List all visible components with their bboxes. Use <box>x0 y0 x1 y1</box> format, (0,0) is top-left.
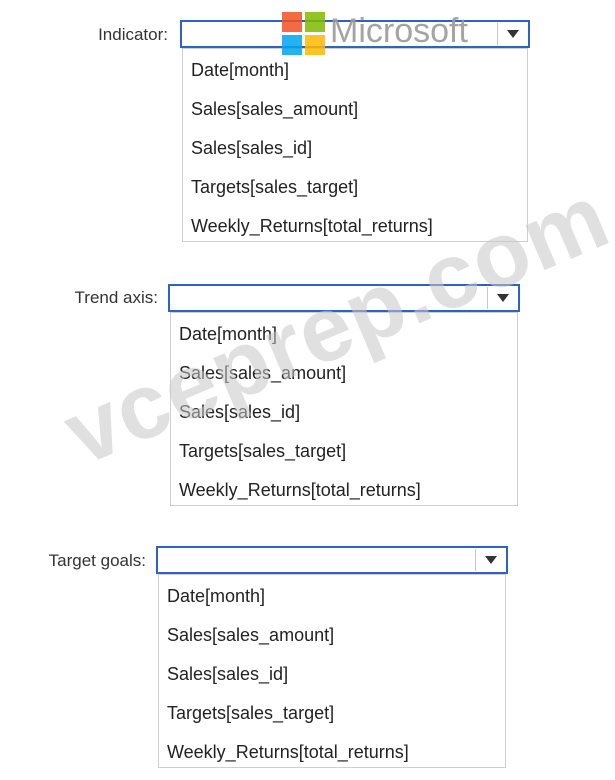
chevron-down-icon <box>496 294 509 302</box>
indicator-dropdown-arrow[interactable] <box>497 23 527 45</box>
indicator-label: Indicator: <box>98 25 168 44</box>
trend-axis-label: Trend axis: <box>74 288 158 307</box>
trend-axis-dropdown-arrow[interactable] <box>487 287 517 309</box>
logo-yellow-square <box>305 35 325 55</box>
trend-axis-option-total-returns[interactable]: Weekly_Returns[total_returns] <box>171 471 517 510</box>
target-goals-option-total-returns[interactable]: Weekly_Returns[total_returns] <box>159 733 505 772</box>
chevron-down-icon <box>484 556 497 564</box>
target-goals-select[interactable] <box>156 546 508 574</box>
logo-blue-square <box>282 35 302 55</box>
logo-red-square <box>282 12 302 32</box>
indicator-option-sales-id[interactable]: Sales[sales_id] <box>183 129 527 168</box>
logo-green-square <box>305 12 325 32</box>
indicator-options-list: Date[month] Sales[sales_amount] Sales[sa… <box>182 48 528 242</box>
target-goals-option-date-month[interactable]: Date[month] <box>159 577 505 616</box>
target-goals-label: Target goals: <box>48 551 146 570</box>
target-goals-option-sales-id[interactable]: Sales[sales_id] <box>159 655 505 694</box>
target-goals-option-sales-amount[interactable]: Sales[sales_amount] <box>159 616 505 655</box>
trend-axis-select[interactable] <box>168 284 520 312</box>
microsoft-logo-icon <box>282 12 326 56</box>
target-goals-dropdown-arrow[interactable] <box>475 549 505 571</box>
target-goals-options-list: Date[month] Sales[sales_amount] Sales[sa… <box>158 574 506 768</box>
dropdown-question-panel: Indicator: Date[month] Sales[sales_amoun… <box>0 0 615 780</box>
trend-axis-options-list: Date[month] Sales[sales_amount] Sales[sa… <box>170 312 518 506</box>
indicator-option-date-month[interactable]: Date[month] <box>183 51 527 90</box>
indicator-option-sales-amount[interactable]: Sales[sales_amount] <box>183 90 527 129</box>
trend-axis-option-sales-id[interactable]: Sales[sales_id] <box>171 393 517 432</box>
trend-axis-option-sales-amount[interactable]: Sales[sales_amount] <box>171 354 517 393</box>
microsoft-wordmark: Microsoft <box>330 12 468 50</box>
trend-axis-option-sales-target[interactable]: Targets[sales_target] <box>171 432 517 471</box>
target-goals-option-sales-target[interactable]: Targets[sales_target] <box>159 694 505 733</box>
indicator-option-sales-target[interactable]: Targets[sales_target] <box>183 168 527 207</box>
chevron-down-icon <box>506 30 519 38</box>
indicator-option-total-returns[interactable]: Weekly_Returns[total_returns] <box>183 207 527 246</box>
trend-axis-option-date-month[interactable]: Date[month] <box>171 315 517 354</box>
